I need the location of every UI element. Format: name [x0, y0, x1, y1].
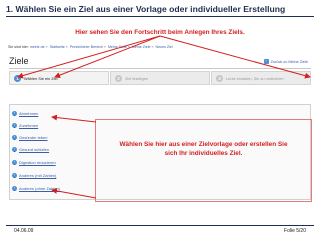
- breadcrumb-item[interactable]: meetz.de: [30, 45, 45, 49]
- arrow-right-icon: ›: [12, 173, 17, 178]
- step-number-badge: 1: [14, 74, 21, 82]
- breadcrumb-item[interactable]: Startseite: [50, 45, 65, 49]
- arrow-right-icon: ›: [12, 111, 17, 116]
- arrow-right-icon: ›: [12, 147, 17, 152]
- template-callout-line: sich Ihr individuelles Ziel.: [164, 150, 243, 157]
- slide-title: 1. Wählen Sie ein Ziel aus einer Vorlage…: [6, 4, 286, 14]
- goal-template-label: Zunehmen: [19, 123, 39, 128]
- goal-template-item[interactable]: › Anderes (mit Zahlen): [12, 172, 90, 179]
- progress-steps: 1 Wählen Sie ein Ziel 2 Ziel festlegen 3…: [9, 71, 311, 85]
- breadcrumb-separator-icon: »: [127, 45, 130, 49]
- arrow-right-icon: ›: [12, 186, 17, 191]
- goal-template-label: Gesünder leben: [19, 135, 48, 140]
- breadcrumb-item[interactable]: Meine Ziele: [132, 45, 151, 49]
- template-callout-line: Wählen Sie hier aus einer Zielvorlage od…: [119, 141, 288, 148]
- goal-template-label: Anderes (ohne Zahlen): [19, 186, 60, 191]
- goal-template-label: Gesund schlafen: [19, 147, 50, 152]
- page-title: Ziele: [9, 56, 29, 66]
- step-label: Leute einladen, Sie zu motivieren: [226, 75, 284, 81]
- title-underline: [9, 68, 311, 69]
- breadcrumb-item[interactable]: Meine Seite: [108, 45, 127, 49]
- goal-template-item[interactable]: › Abnehmen: [12, 110, 90, 117]
- breadcrumb-separator-icon: »: [151, 45, 154, 49]
- step-label: Wählen Sie ein Ziel: [24, 75, 58, 81]
- goal-template-item[interactable]: › Zunehmen: [12, 122, 90, 129]
- goal-template-label: Digestion reduzieren: [19, 160, 56, 165]
- breadcrumb-label: Sie sind hier:: [8, 45, 29, 49]
- arrow-right-icon: ›: [12, 135, 17, 140]
- step-label: Ziel festlegen: [125, 75, 149, 81]
- goal-template-item[interactable]: › Digestion reduzieren: [12, 159, 90, 166]
- title-divider: [6, 16, 314, 17]
- step-invite-people: 3 Leute einladen, Sie zu motivieren: [211, 71, 311, 85]
- goal-template-label: Anderes (mit Zahlen): [19, 173, 57, 178]
- arrow-right-icon: ›: [12, 123, 17, 128]
- step-set-goal: 2 Ziel festlegen: [110, 71, 210, 85]
- back-link-label: Zurück zu Meine Ziele: [270, 59, 308, 64]
- goal-template-item[interactable]: › Gesund schlafen: [12, 146, 90, 153]
- slide-number: Folie 5/20: [284, 228, 306, 234]
- footer-date: 04.06.09: [14, 228, 34, 234]
- arrow-right-icon: ›: [12, 160, 17, 165]
- progress-callout: Hier sehen Sie den Fortschritt beim Anle…: [75, 29, 245, 36]
- goal-template-label: Abnehmen: [19, 111, 39, 116]
- breadcrumb-item[interactable]: Persönlicher Bereich: [70, 45, 103, 49]
- step-number-badge: 2: [115, 74, 122, 82]
- step-choose-goal[interactable]: 1 Wählen Sie ein Ziel: [9, 71, 109, 85]
- breadcrumb: Sie sind hier: meetz.de» Startseite» Per…: [8, 45, 314, 53]
- slide: 1. Wählen Sie ein Ziel aus einer Vorlage…: [0, 0, 320, 240]
- breadcrumb-separator-icon: »: [65, 45, 68, 49]
- callout-frame: [95, 119, 312, 202]
- step-number-badge: 3: [216, 74, 223, 82]
- back-to-goals-link[interactable]: ‹ Zurück zu Meine Ziele: [263, 59, 308, 64]
- goal-template-item[interactable]: › Gesünder leben: [12, 134, 90, 141]
- goal-template-item[interactable]: › Anderes (ohne Zahlen): [12, 185, 90, 192]
- breadcrumb-separator-icon: »: [103, 45, 106, 49]
- footer-divider: [6, 225, 314, 226]
- arrow-left-icon: ‹: [263, 59, 269, 64]
- template-callout: Wählen Sie hier aus einer Zielvorlage od…: [95, 140, 312, 158]
- breadcrumb-separator-icon: »: [45, 45, 48, 49]
- breadcrumb-item-current: Neues Ziel: [155, 45, 173, 49]
